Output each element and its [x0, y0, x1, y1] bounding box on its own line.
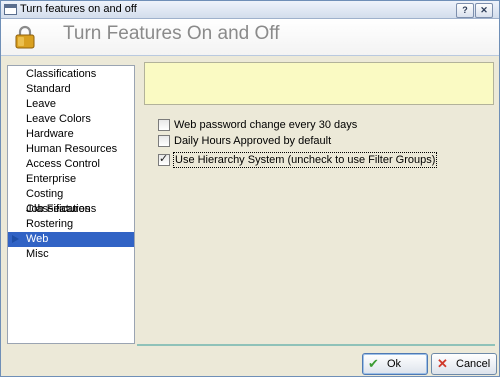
sidebar-item-access-control[interactable]: Access Control — [8, 157, 134, 172]
sidebar-item-human-resources[interactable]: Human Resources — [8, 142, 134, 157]
sidebar: Classifications Standard Leave Leave Col… — [7, 65, 135, 344]
option-label: Use Hierarchy System (uncheck to use Fil… — [172, 152, 438, 168]
window-title: Turn features on and off — [20, 3, 137, 15]
sidebar-item-leave[interactable]: Leave — [8, 97, 134, 112]
window-icon — [4, 4, 17, 15]
sidebar-item-label: Enterprise — [26, 173, 77, 185]
sidebar-item-job-features[interactable]: Job Features — [8, 202, 134, 217]
sidebar-item-standard[interactable]: Standard — [8, 82, 134, 97]
sidebar-item-misc[interactable]: Misc — [8, 247, 134, 262]
title-bar[interactable]: Turn features on and off ? ✕ — [1, 1, 499, 19]
ok-button-label: Ok — [387, 358, 402, 370]
sidebar-item-label: Access Control — [26, 158, 100, 170]
separator — [137, 344, 495, 346]
sidebar-item-label: Leave Colors — [26, 113, 91, 125]
close-button[interactable]: ✕ — [475, 3, 493, 18]
cancel-button-label: Cancel — [456, 358, 491, 370]
sidebar-item-label: Human Resources — [26, 143, 118, 155]
sidebar-item-label: Job Features — [26, 203, 91, 215]
sidebar-item-label: Hardware — [26, 128, 74, 140]
sidebar-item-label: Classifications — [26, 68, 97, 80]
sidebar-item-classifications[interactable]: Classifications — [8, 67, 134, 82]
lock-icon — [15, 25, 35, 49]
sidebar-item-enterprise[interactable]: Enterprise — [8, 172, 134, 187]
dialog-window: Turn features on and off ? ✕ Turn Featur… — [0, 0, 500, 377]
description-panel — [144, 62, 494, 105]
ok-button[interactable]: ✔ Ok — [362, 353, 428, 375]
cancel-button[interactable]: ✕ Cancel — [431, 353, 497, 375]
cross-icon: ✕ — [437, 356, 448, 371]
sidebar-item-web[interactable]: Web — [8, 232, 134, 247]
sidebar-item-label: Web — [26, 233, 49, 245]
sidebar-item-costing-classifications[interactable]: Costing Classifications — [8, 187, 134, 215]
sidebar-item-label: Standard — [26, 83, 71, 95]
sidebar-item-label: Leave — [26, 98, 56, 110]
sidebar-item-hardware[interactable]: Hardware — [8, 127, 134, 142]
selected-arrow-icon — [12, 235, 19, 243]
checkbox-checked[interactable] — [158, 152, 170, 166]
sidebar-item-rostering[interactable]: Rostering — [8, 217, 134, 232]
checkbox[interactable] — [158, 135, 170, 147]
option-label: Daily Hours Approved by default — [174, 135, 332, 147]
page-title: Turn Features On and Off — [63, 23, 280, 44]
sidebar-item-label: Misc — [26, 248, 49, 260]
header-banner: Turn Features On and Off — [1, 19, 499, 56]
checkbox[interactable] — [158, 119, 170, 131]
checkmark-icon: ✔ — [368, 356, 379, 371]
option-label: Web password change every 30 days — [174, 119, 358, 131]
sidebar-item-leave-colors[interactable]: Leave Colors — [8, 112, 134, 127]
help-button[interactable]: ? — [456, 3, 474, 18]
sidebar-item-label: Rostering — [26, 218, 74, 230]
